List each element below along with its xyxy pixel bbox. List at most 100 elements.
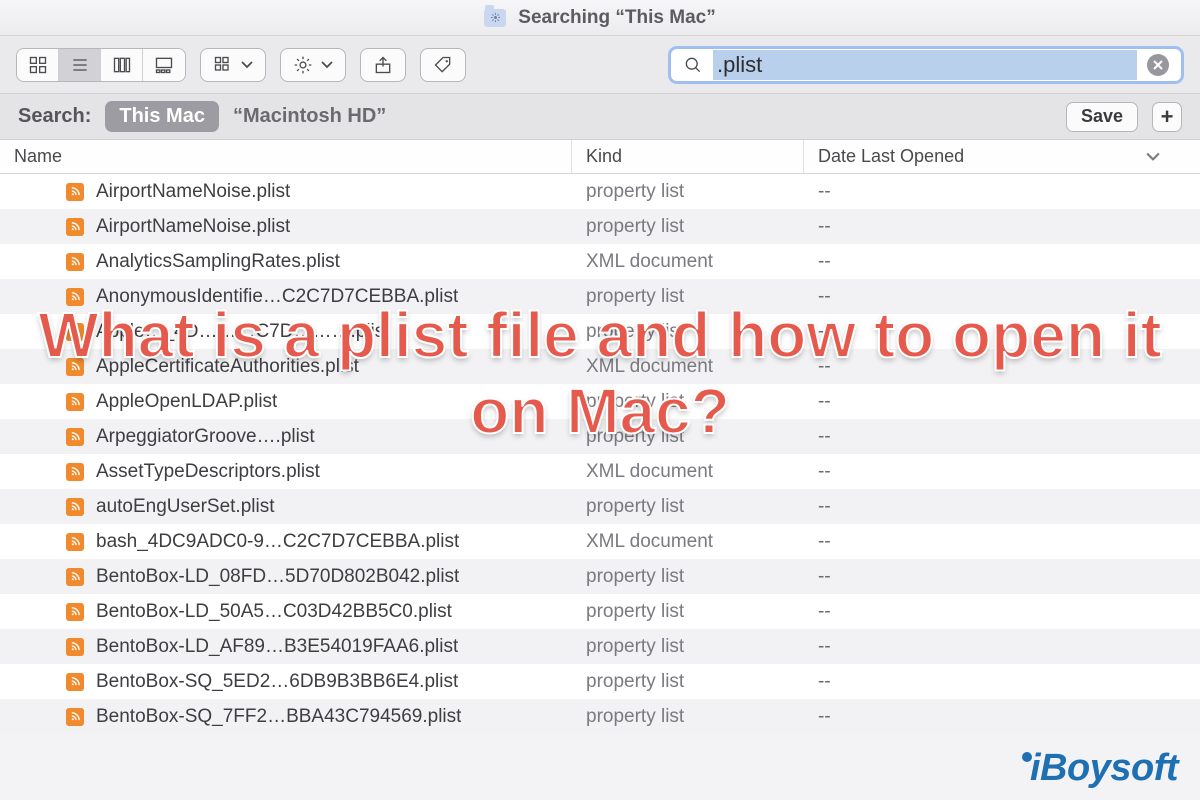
column-headers: Name Kind Date Last Opened (0, 140, 1200, 174)
view-gallery-button[interactable] (143, 49, 185, 81)
file-name: AnalyticsSamplingRates.plist (96, 251, 340, 273)
scope-this-mac[interactable]: This Mac (105, 101, 219, 132)
rss-file-icon (66, 533, 84, 551)
cell-date: -- (804, 671, 1200, 693)
cell-date: -- (804, 706, 1200, 728)
cell-kind: property list (572, 216, 804, 238)
share-button[interactable] (360, 48, 406, 82)
close-icon (1152, 59, 1164, 71)
chevron-down-icon (1146, 150, 1160, 164)
cell-date: -- (804, 426, 1200, 448)
table-row[interactable]: BentoBox-LD_AF89…B3E54019FAA6.plistprope… (0, 629, 1200, 664)
cell-date: -- (804, 251, 1200, 273)
cell-date: -- (804, 601, 1200, 623)
cell-kind: XML document (572, 251, 804, 273)
table-row[interactable]: BentoBox-LD_50A5…C03D42BB5C0.plist proper… (0, 594, 1200, 629)
table-row[interactable]: AssetTypeDescriptors.plistXML document-- (0, 454, 1200, 489)
add-criteria-button[interactable]: + (1152, 102, 1182, 132)
save-search-button[interactable]: Save (1066, 102, 1138, 132)
file-name: BentoBox-LD_50A5…C03D42BB5C0.plist (96, 601, 452, 623)
cell-name: BentoBox-SQ_7FF2…BBA43C794569.plist (0, 706, 572, 728)
file-name: AirportNameNoise.plist (96, 181, 290, 203)
table-row[interactable]: Apple…_4D………C7D……….plistproperty list-- (0, 314, 1200, 349)
column-header-kind[interactable]: Kind (572, 140, 804, 173)
scope-macintosh-hd[interactable]: “Macintosh HD” (233, 105, 386, 128)
cell-date: -- (804, 636, 1200, 658)
column-header-date[interactable]: Date Last Opened (804, 140, 1200, 173)
folder-smart-icon (484, 9, 506, 27)
cell-kind: property list (572, 671, 804, 693)
rss-file-icon (66, 673, 84, 691)
gear-icon (293, 55, 313, 75)
cell-date: -- (804, 286, 1200, 308)
cell-kind: property list (572, 496, 804, 518)
table-row[interactable]: bash_4DC9ADC0-9…C2C7D7CEBBA.plistXML doc… (0, 524, 1200, 559)
cell-name: bash_4DC9ADC0-9…C2C7D7CEBBA.plist (0, 531, 572, 553)
search-text[interactable]: .plist (713, 50, 1137, 80)
search-scope-bar: Search: This Mac “Macintosh HD” Save + (0, 94, 1200, 140)
cell-date: -- (804, 461, 1200, 483)
file-name: AnonymousIdentifie…C2C7D7CEBBA.plist (96, 286, 458, 308)
cell-kind: property list (572, 566, 804, 588)
cell-date: -- (804, 496, 1200, 518)
cell-date: -- (804, 181, 1200, 203)
table-row[interactable]: AnonymousIdentifie…C2C7D7CEBBA.plist prop… (0, 279, 1200, 314)
table-row[interactable]: AirportNameNoise.plistproperty list-- (0, 209, 1200, 244)
rss-file-icon (66, 498, 84, 516)
cell-kind: property list (572, 391, 804, 413)
cell-name: AppleCertificateAuthorities.plist (0, 356, 572, 378)
window-title: Searching “This Mac” (518, 7, 715, 29)
cell-kind: property list (572, 321, 804, 343)
view-icons-button[interactable] (17, 49, 59, 81)
action-menu-button[interactable] (280, 48, 346, 82)
cell-kind: property list (572, 706, 804, 728)
cell-kind: property list (572, 636, 804, 658)
scrollbar[interactable] (1182, 174, 1196, 790)
titlebar: Searching “This Mac” (0, 0, 1200, 36)
rss-file-icon (66, 323, 84, 341)
rss-file-icon (66, 253, 84, 271)
view-columns-button[interactable] (101, 49, 143, 81)
column-header-name[interactable]: Name (0, 140, 572, 173)
file-name: BentoBox-SQ_7FF2…BBA43C794569.plist (96, 706, 461, 728)
cell-name: AppleOpenLDAP.plist (0, 391, 572, 413)
rss-file-icon (66, 393, 84, 411)
table-row[interactable]: BentoBox-LD_08FD…5D70D802B042.plistprope… (0, 559, 1200, 594)
table-row[interactable]: AppleOpenLDAP.plistproperty list-- (0, 384, 1200, 419)
file-name: AirportNameNoise.plist (96, 216, 290, 238)
tag-icon (433, 55, 453, 75)
file-name: AppleCertificateAuthorities.plist (96, 356, 359, 378)
table-row[interactable]: AppleCertificateAuthorities.plist XML doc… (0, 349, 1200, 384)
rss-file-icon (66, 463, 84, 481)
cell-name: BentoBox-LD_50A5…C03D42BB5C0.plist (0, 601, 572, 623)
view-mode-segment (16, 48, 186, 82)
cell-kind: XML document (572, 461, 804, 483)
rss-file-icon (66, 428, 84, 446)
rss-file-icon (66, 358, 84, 376)
share-icon (373, 55, 393, 75)
table-row[interactable]: AnalyticsSamplingRates.plist XML document… (0, 244, 1200, 279)
table-row[interactable]: ArpeggiatorGroove….plist property list-- (0, 419, 1200, 454)
table-row[interactable]: BentoBox-SQ_5ED2…6DB9B3BB6E4.plistproper… (0, 664, 1200, 699)
column-header-date-label: Date Last Opened (818, 146, 964, 167)
cell-kind: property list (572, 601, 804, 623)
cell-kind: XML document (572, 356, 804, 378)
view-list-button[interactable] (59, 49, 101, 81)
chevron-down-icon (321, 61, 333, 69)
cell-kind: property list (572, 286, 804, 308)
file-name: ArpeggiatorGroove….plist (96, 426, 315, 448)
cell-kind: property list (572, 181, 804, 203)
cell-kind: property list (572, 426, 804, 448)
clear-search-button[interactable] (1147, 54, 1169, 76)
tags-button[interactable] (420, 48, 466, 82)
cell-name: BentoBox-SQ_5ED2…6DB9B3BB6E4.plist (0, 671, 572, 693)
rss-file-icon (66, 218, 84, 236)
table-row[interactable]: BentoBox-SQ_7FF2…BBA43C794569.plist prope… (0, 699, 1200, 734)
table-row[interactable]: AirportNameNoise.plist property list-- (0, 174, 1200, 209)
group-by-button[interactable] (200, 48, 266, 82)
cell-name: AnalyticsSamplingRates.plist (0, 251, 572, 273)
rss-file-icon (66, 638, 84, 656)
cell-name: autoEngUserSet.plist (0, 496, 572, 518)
search-field[interactable]: .plist (668, 46, 1184, 84)
table-row[interactable]: autoEngUserSet.plistproperty list-- (0, 489, 1200, 524)
